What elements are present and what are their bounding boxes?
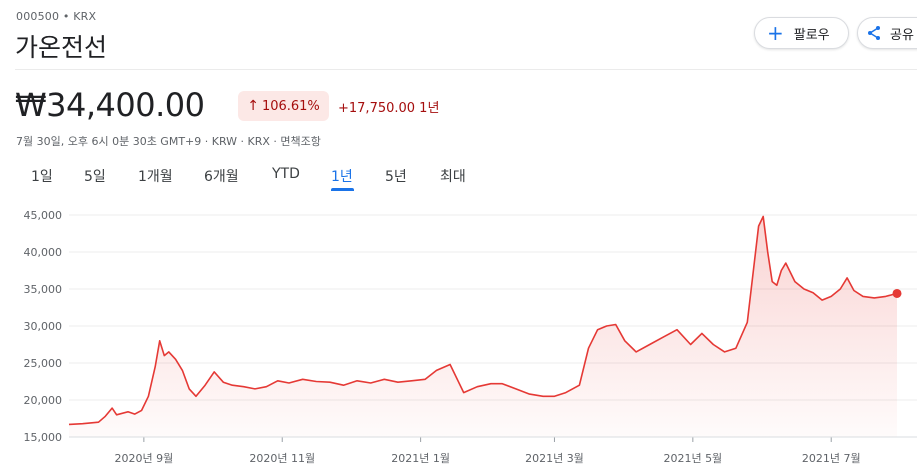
follow-button[interactable]: + 팔로우 [754,17,849,49]
ticker-symbol: 000500 • KRX [16,10,97,23]
current-price: ₩34,400.00 [15,86,205,124]
y-tick-label: 20,000 [24,394,63,407]
tab-1y[interactable]: 1년 [331,166,353,186]
tab-5d[interactable]: 5일 [84,166,106,186]
tab-1d[interactable]: 1일 [31,166,53,186]
arrow-up-icon: ↑ [247,98,259,114]
tab-5y[interactable]: 5년 [385,166,407,186]
y-tick-label: 45,000 [24,209,63,222]
quote-meta: 7월 30일, 오후 6시 0분 30초 GMT+9 · KRW · KRX ·… [16,135,321,148]
x-tick-label: 2020년 11월 [249,452,315,465]
tab-6m[interactable]: 6개월 [204,166,239,186]
change-percent: 106.61% [261,98,320,114]
change-percent-badge: ↑ 106.61% [238,91,329,121]
plus-icon: + [767,21,784,45]
share-label: 공유 [890,27,914,43]
last-price-marker [892,288,902,298]
tab-1m[interactable]: 1개월 [138,166,173,186]
active-tab-indicator [331,188,354,191]
x-tick-label: 2021년 5월 [663,452,722,465]
y-tick-label: 40,000 [24,246,63,259]
x-tick-label: 2020년 9월 [114,452,173,465]
tab-ytd[interactable]: YTD [272,166,300,182]
x-tick-label: 2021년 3월 [525,452,584,465]
y-tick-label: 35,000 [24,283,63,296]
share-button[interactable]: 공유 [857,17,917,49]
share-icon [868,26,880,40]
header-divider [15,69,917,70]
price-area-fill [69,216,897,437]
change-absolute: +17,750.00 1년 [338,101,440,116]
follow-label: 팔로우 [793,27,830,43]
price-chart[interactable]: 15,000 20,000 25,000 30,000 35,000 40,000 45,0… [0,200,917,472]
y-tick-label: 25,000 [24,357,63,370]
y-tick-label: 30,000 [24,320,63,333]
x-tick-label: 2021년 1월 [391,452,450,465]
y-tick-label: 15,000 [24,431,63,444]
x-tick-label: 2021년 7월 [802,452,861,465]
company-name: 가온전선 [15,33,108,62]
tab-max[interactable]: 최대 [440,166,466,186]
